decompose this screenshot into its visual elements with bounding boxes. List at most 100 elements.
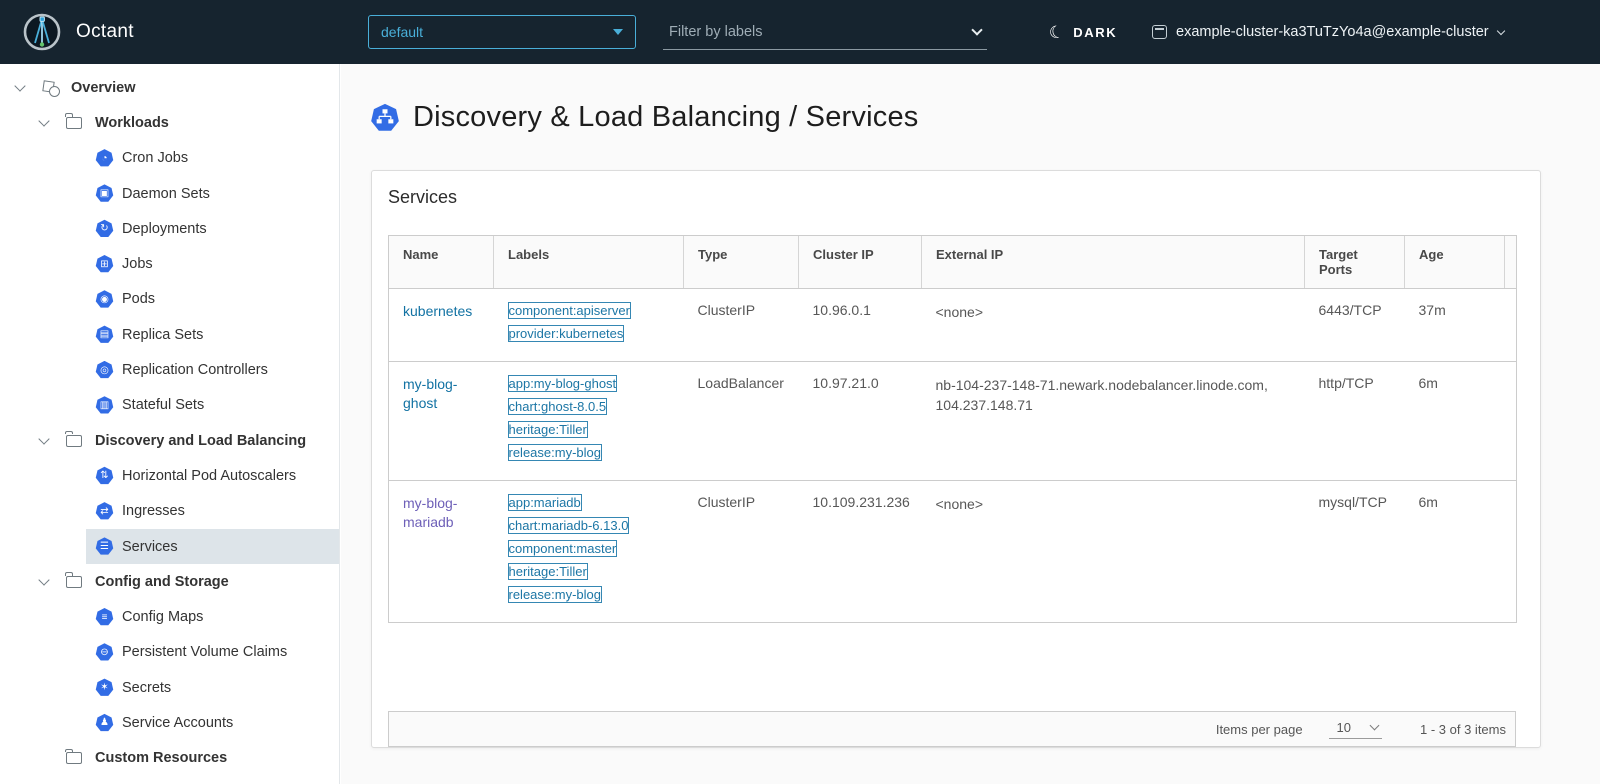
horizontal-pod-autoscalers-icon: ⇅ xyxy=(95,466,114,485)
page-title: Discovery & Load Balancing / Services xyxy=(413,101,918,134)
column-header-external-ip: External IP xyxy=(922,236,1305,289)
sidebar-item-persistent-volume-claims[interactable]: ⊖ Persistent Volume Claims xyxy=(0,635,339,670)
type-cell: ClusterIP xyxy=(684,289,799,362)
page-head: Discovery & Load Balancing / Services xyxy=(370,101,918,134)
pagination-footer: Items per page 10 1 - 3 of 3 items xyxy=(388,711,1516,747)
octant-logo-icon xyxy=(22,12,62,52)
sidebar-item-label: Services xyxy=(122,539,178,555)
sidebar-item-replication-controllers[interactable]: ◎ Replication Controllers xyxy=(0,352,339,387)
service-link[interactable]: kubernetes xyxy=(403,302,472,321)
dark-theme-label: DARK xyxy=(1073,25,1117,40)
service-accounts-icon: ♟ xyxy=(95,713,114,732)
sidebar-item-cron-jobs[interactable]: ◔ Cron Jobs xyxy=(0,141,339,176)
spacer-cell xyxy=(1505,289,1517,362)
cluster-context-switcher[interactable]: example-cluster-ka3TuTzYo4a@example-clus… xyxy=(1152,0,1504,64)
column-header-labels: Labels xyxy=(494,236,684,289)
label-pill[interactable]: app:mariadb xyxy=(508,494,582,511)
sidebar-item-discovery-and-load-balancing[interactable]: Discovery and Load Balancing xyxy=(0,423,339,458)
sidebar-item-label: Cron Jobs xyxy=(122,150,188,166)
column-header-spacer xyxy=(1505,236,1517,289)
type-cell: ClusterIP xyxy=(684,481,799,623)
services-icon: ☰ xyxy=(95,537,114,556)
label-pill[interactable]: component:master xyxy=(508,540,618,557)
items-per-page-select[interactable]: 10 xyxy=(1329,720,1382,739)
label-filter-placeholder: Filter by labels xyxy=(669,24,973,40)
sidebar-nav: Overview Workloads ◔ Cron Jobs ▣ Daemon … xyxy=(0,64,340,784)
overview-icon xyxy=(42,79,60,97)
sidebar-item-ingresses[interactable]: ⇄ Ingresses xyxy=(0,494,339,529)
sidebar-item-replica-sets[interactable]: ▤ Replica Sets xyxy=(0,317,339,352)
main-content: Discovery & Load Balancing / Services Se… xyxy=(341,64,1600,784)
sidebar-item-label: Stateful Sets xyxy=(122,397,204,413)
target-ports-cell: mysql/TCP xyxy=(1305,481,1405,623)
app-title: Octant xyxy=(76,21,134,43)
table-row: kubernetes component:apiserver provider:… xyxy=(389,289,1517,362)
sidebar-item-jobs[interactable]: ⊞ Jobs xyxy=(0,246,339,281)
stateful-sets-icon: ▥ xyxy=(95,396,114,415)
moon-icon: ☾ xyxy=(1047,22,1065,42)
chevron-down-icon xyxy=(38,575,49,586)
services-table: Name Labels Type Cluster IP External IP … xyxy=(388,235,1517,623)
label-pill[interactable]: component:apiserver xyxy=(508,302,631,319)
chevron-down-icon xyxy=(14,80,25,91)
jobs-icon: ⊞ xyxy=(95,255,114,274)
deployments-icon: ↻ xyxy=(95,219,114,238)
top-header: Octant default Filter by labels ☾ DARK e… xyxy=(0,0,1600,64)
cron-jobs-icon: ◔ xyxy=(95,149,114,168)
label-filter-input[interactable]: Filter by labels xyxy=(663,14,987,50)
label-pill[interactable]: release:my-blog xyxy=(508,444,603,461)
sidebar-item-label: Config and Storage xyxy=(95,574,229,590)
pagination-range: 1 - 3 of 3 items xyxy=(1420,722,1506,737)
sidebar-item-workloads[interactable]: Workloads xyxy=(0,105,339,140)
cluster-ip-cell: 10.96.0.1 xyxy=(799,289,922,362)
label-pill[interactable]: heritage:Tiller xyxy=(508,421,588,438)
table-row: my-blog-ghost app:my-blog-ghost chart:gh… xyxy=(389,362,1517,481)
sidebar-item-secrets[interactable]: ✶ Secrets xyxy=(0,670,339,705)
namespace-value: default xyxy=(381,24,613,40)
items-per-page-label: Items per page xyxy=(1216,722,1303,737)
card-title: Services xyxy=(388,187,457,208)
cluster-icon xyxy=(1152,25,1167,39)
sidebar-item-label: Overview xyxy=(71,80,136,96)
label-pill[interactable]: provider:kubernetes xyxy=(508,325,625,342)
sidebar-item-custom-resources[interactable]: Custom Resources xyxy=(0,741,339,776)
chevron-down-icon xyxy=(971,24,982,35)
age-cell: 37m xyxy=(1405,289,1505,362)
sidebar-item-label: Replication Controllers xyxy=(122,362,268,378)
dark-theme-toggle[interactable]: ☾ DARK xyxy=(1049,0,1117,64)
label-pill[interactable]: chart:mariadb-6.13.0 xyxy=(508,517,630,534)
sidebar-item-label: Daemon Sets xyxy=(122,186,210,202)
sidebar-item-service-accounts[interactable]: ♟ Service Accounts xyxy=(0,705,339,740)
sidebar-item-overview[interactable]: Overview xyxy=(0,70,339,105)
column-header-target-ports: Target Ports xyxy=(1305,236,1405,289)
sidebar-item-config-maps[interactable]: ≡ Config Maps xyxy=(0,599,339,634)
sidebar-item-stateful-sets[interactable]: ▥ Stateful Sets xyxy=(0,388,339,423)
pods-icon: ◉ xyxy=(95,290,114,309)
sidebar-item-config-and-storage[interactable]: Config and Storage xyxy=(0,564,339,599)
sidebar-item-deployments[interactable]: ↻ Deployments xyxy=(0,211,339,246)
namespace-dropdown[interactable]: default xyxy=(368,15,636,49)
sidebar-item-pods[interactable]: ◉ Pods xyxy=(0,282,339,317)
label-pill[interactable]: app:my-blog-ghost xyxy=(508,375,618,392)
sidebar-item-label: Pods xyxy=(122,291,155,307)
sidebar-item-daemon-sets[interactable]: ▣ Daemon Sets xyxy=(0,176,339,211)
sidebar-item-services[interactable]: ☰ Services xyxy=(0,529,339,564)
folder-icon xyxy=(66,752,82,764)
service-link[interactable]: my-blog-ghost xyxy=(403,375,480,413)
label-pill[interactable]: heritage:Tiller xyxy=(508,563,588,580)
label-pill[interactable]: chart:ghost-8.0.5 xyxy=(508,398,608,415)
sidebar-item-label: Workloads xyxy=(95,115,169,131)
secrets-icon: ✶ xyxy=(95,678,114,697)
chevron-down-icon xyxy=(38,433,49,444)
sidebar-item-label: Custom Resources xyxy=(95,750,227,766)
cluster-ip-cell: 10.109.231.236 xyxy=(799,481,922,623)
spacer-cell xyxy=(1505,362,1517,481)
label-pill[interactable]: release:my-blog xyxy=(508,586,603,603)
target-ports-cell: 6443/TCP xyxy=(1305,289,1405,362)
sidebar-item-label: Persistent Volume Claims xyxy=(122,644,287,660)
service-link[interactable]: my-blog-mariadb xyxy=(403,494,480,532)
sidebar-item-horizontal-pod-autoscalers[interactable]: ⇅ Horizontal Pod Autoscalers xyxy=(0,458,339,493)
chevron-down-icon xyxy=(1496,26,1504,34)
target-ports-cell: http/TCP xyxy=(1305,362,1405,481)
age-cell: 6m xyxy=(1405,481,1505,623)
